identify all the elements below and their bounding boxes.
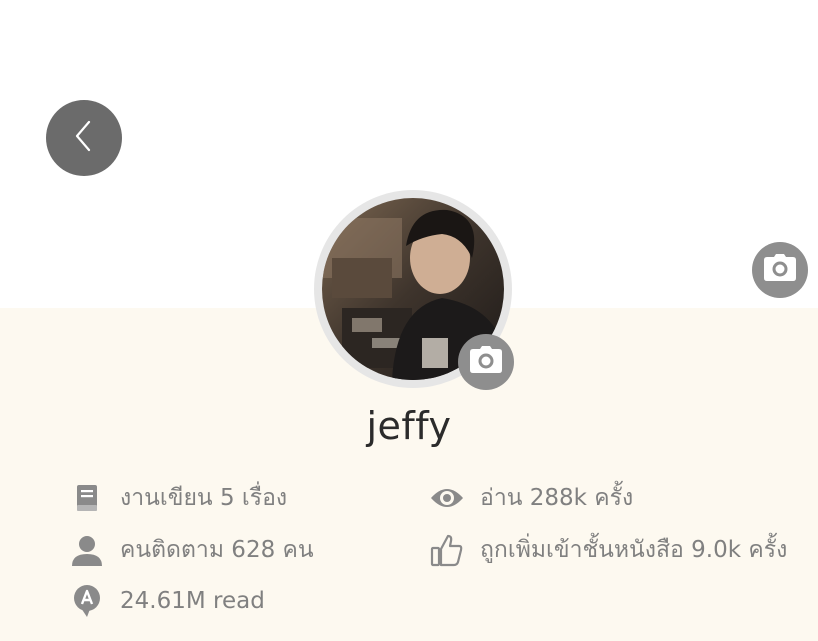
stat-works: งานเขียน 5 เรื่อง xyxy=(70,480,287,516)
camera-icon xyxy=(469,346,503,378)
change-avatar-button[interactable] xyxy=(458,334,514,390)
stat-reads-total: 24.61M read xyxy=(70,584,265,618)
views-count-label: อ่าน 288k ครั้ง xyxy=(480,485,634,511)
back-button[interactable] xyxy=(46,100,122,176)
speech-badge-icon xyxy=(70,584,104,618)
book-icon xyxy=(70,481,104,515)
camera-icon xyxy=(763,254,797,286)
stat-shelf-adds: ถูกเพิ่มเข้าชั้นหนังสือ 9.0k ครั้ง xyxy=(430,532,787,568)
eye-icon xyxy=(430,481,464,515)
chevron-left-icon xyxy=(69,116,99,160)
person-icon xyxy=(70,533,104,567)
change-cover-photo-button[interactable] xyxy=(752,242,808,298)
followers-count-label: คนติดตาม 628 คน xyxy=(120,537,314,563)
shelf-adds-label: ถูกเพิ่มเข้าชั้นหนังสือ 9.0k ครั้ง xyxy=(480,537,788,563)
stat-views: อ่าน 288k ครั้ง xyxy=(430,480,633,516)
works-count-label: งานเขียน 5 เรื่อง xyxy=(120,485,288,511)
username: jeffy xyxy=(366,404,452,448)
reads-total-label: 24.61M read xyxy=(120,588,265,614)
thumbs-up-icon xyxy=(430,533,464,567)
stat-followers: คนติดตาม 628 คน xyxy=(70,532,314,568)
